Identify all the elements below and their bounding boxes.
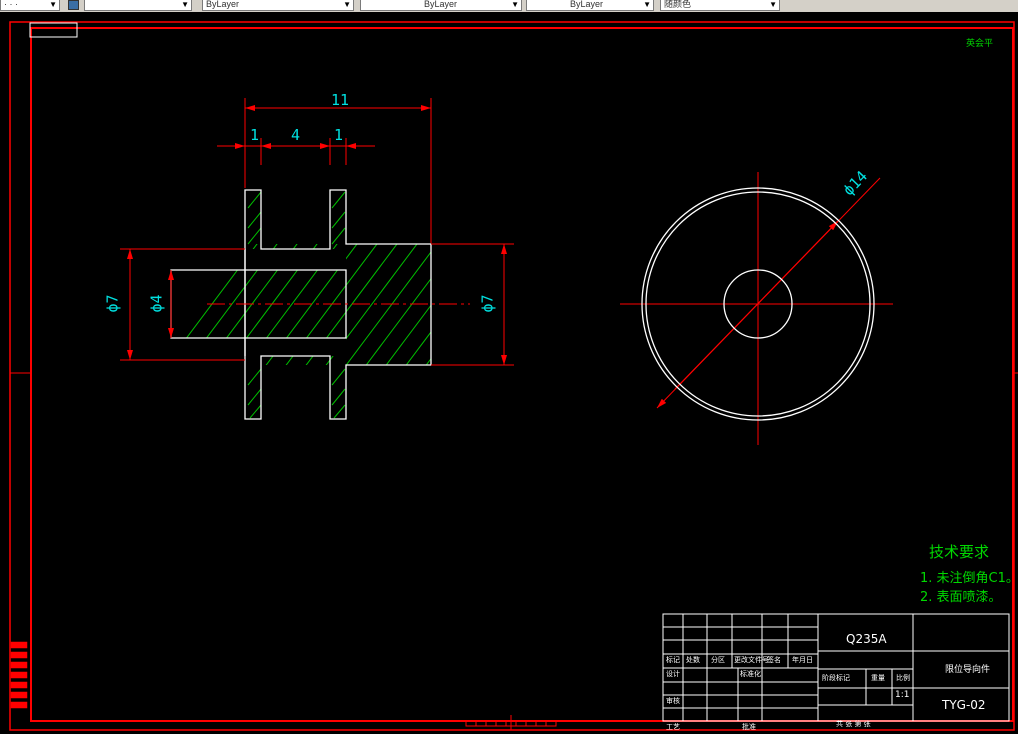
tb-label-scale: 比例 xyxy=(896,674,910,682)
dim-left-flange: 1 xyxy=(250,126,260,144)
dim-hub-diameter-left: ϕ7 xyxy=(103,294,122,313)
tb-label-design: 设计 xyxy=(666,670,680,678)
tb-label-process: 工艺 xyxy=(666,723,680,731)
tb-label-sign: 签名 xyxy=(767,656,781,664)
part-name: 限位导向件 xyxy=(945,665,991,675)
drawing-number: TYG-02 xyxy=(942,698,986,712)
dim-hub-diameter-right: ϕ7 xyxy=(478,294,497,313)
plotstyle-combo[interactable]: 随颜色 ▼ xyxy=(660,0,780,11)
dim-overall-length: 11 xyxy=(331,91,350,109)
drawing-frame xyxy=(9,21,1018,731)
tech-requirement-2: 2. 表面喷漆。 xyxy=(920,590,1002,605)
tb-label-zone: 分区 xyxy=(711,656,725,664)
color-combo[interactable]: ByLayer ▼ xyxy=(202,0,354,11)
tb-label-review: 审核 xyxy=(666,697,680,705)
layer-icon[interactable] xyxy=(68,0,79,10)
scale-value: 1:1 xyxy=(895,690,910,700)
dim-groove-width: 4 xyxy=(291,126,301,144)
linetype-combo[interactable]: ByLayer ▼ xyxy=(360,0,522,11)
drawing-canvas[interactable]: 11 1 4 1 ϕ7 ϕ4 ϕ7 ϕ14 英会平 技术要求 1. 未注倒角C1… xyxy=(0,12,1018,734)
material-label: Q235A xyxy=(846,632,887,646)
tb-label-sheets: 共 张 第 张 xyxy=(836,720,871,728)
tb-label-change-doc: 更改文件号 xyxy=(734,656,769,664)
dimension-lines xyxy=(120,98,881,409)
tech-requirements-title: 技术要求 xyxy=(929,543,990,561)
tb-label-standardize: 标准化 xyxy=(740,670,761,678)
section-hatch xyxy=(171,244,431,365)
dim-right-flange: 1 xyxy=(334,126,344,144)
designer-stamp: 英会平 xyxy=(966,39,994,49)
tb-label-approve: 批准 xyxy=(742,723,756,731)
tb-label-mark: 标记 xyxy=(666,656,680,664)
layer-combo[interactable]: ▼ xyxy=(84,0,192,11)
left-sidebar-stamp xyxy=(10,641,28,709)
lineweight-combo[interactable]: ByLayer ▼ xyxy=(526,0,654,11)
tech-requirement-1: 1. 未注倒角C1。 xyxy=(920,571,1018,586)
dim-bore-diameter: ϕ4 xyxy=(147,294,166,313)
linetype-scale-combo[interactable]: · · · ▼ xyxy=(0,0,60,11)
tb-label-date: 年月日 xyxy=(792,656,813,664)
centerlines xyxy=(207,172,893,445)
tb-label-count: 处数 xyxy=(686,656,700,664)
tb-label-stage-mark: 阶段标记 xyxy=(822,674,850,682)
tb-label-weight: 重量 xyxy=(871,674,885,682)
drawing-svg xyxy=(9,21,1018,731)
